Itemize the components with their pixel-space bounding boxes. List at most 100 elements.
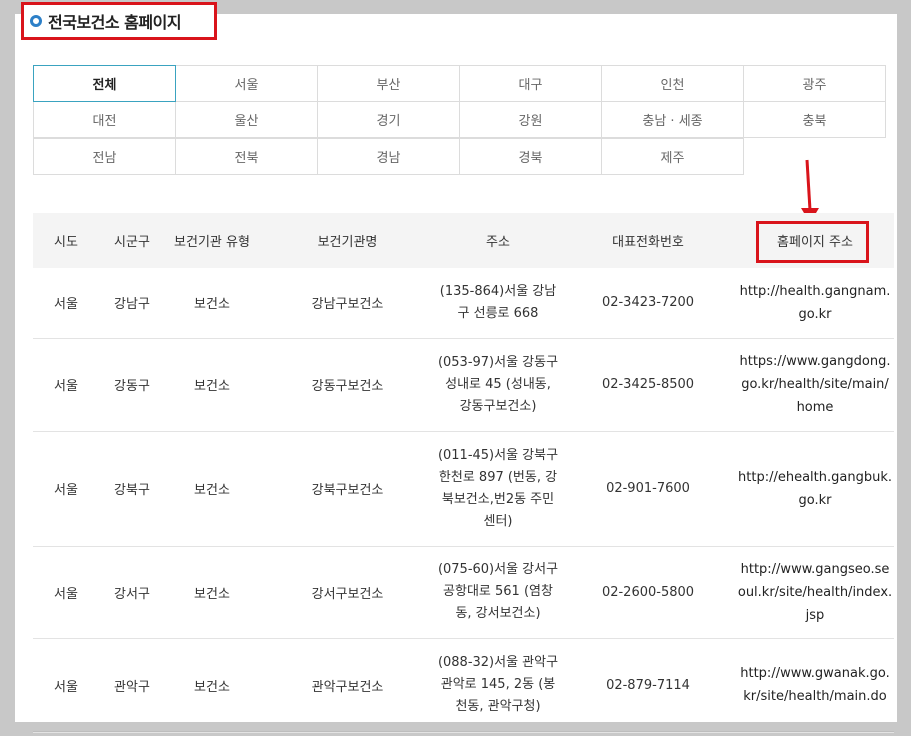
cell-sigungu: 강동구 <box>99 338 165 432</box>
cell-phone: 02-901-7600 <box>560 431 736 547</box>
col-header-sido: 시도 <box>33 213 99 268</box>
cell-type: 보건소 <box>165 268 259 339</box>
cell-type: 보건소 <box>165 546 259 639</box>
cell-sigungu: 강서구 <box>99 546 165 639</box>
cell-sido: 서울 <box>33 338 99 432</box>
cell-phone: 02-879-7114 <box>560 638 736 733</box>
region-tab[interactable]: 경북 <box>459 138 602 175</box>
table-row: 서울 강북구 보건소 강북구보건소 (011-45)서울 강북구 한천로 897 (번동,… <box>33 431 894 547</box>
homepage-url-line: go.kr/health/site/main/ <box>741 377 889 392</box>
address-line: 성내로 45 (성내동, <box>445 376 551 392</box>
address-line: 구 선릉로 668 <box>457 305 539 321</box>
col-header-type: 보건기관 유형 <box>165 213 259 268</box>
cell-address: (088-32)서울 관악구관악로 145, 2동 (봉천동, 관악구청) <box>436 638 560 733</box>
homepage-url-line: https://www.gangdong. <box>739 354 891 369</box>
address-line: 관악로 145, 2동 (봉 <box>440 677 556 692</box>
health-center-table: 시도 시군구 보건기관 유형 보건기관명 주소 대표전화번호 홈페이지 주소 서… <box>33 213 894 733</box>
address-line: (088-32)서울 관악구 <box>437 655 559 670</box>
cell-type: 보건소 <box>165 431 259 547</box>
homepage-url-line: go.kr <box>798 492 832 508</box>
cell-sido: 서울 <box>33 546 99 639</box>
region-tab[interactable]: 강원 <box>459 101 602 138</box>
region-row: 전체 서울 부산 대구 인천 광주 <box>33 65 890 102</box>
region-tab[interactable]: 경기 <box>317 101 460 138</box>
cell-homepage-link[interactable]: http://health.gangnam. go.kr <box>736 268 894 339</box>
region-tab[interactable]: 경남 <box>317 138 460 175</box>
homepage-url-line: home <box>796 400 834 415</box>
table-row: 서울 강남구 보건소 강남구보건소 (135-864)서울 강남 구 선릉로 668 02-… <box>33 268 894 339</box>
region-tab[interactable]: 전북 <box>175 138 318 175</box>
homepage-url-line: http://ehealth.gangbuk. <box>738 469 892 485</box>
region-row: 대전 울산 경기 강원 충남 · 세종 충북 <box>33 101 890 139</box>
cell-phone: 02-3425-8500 <box>560 338 736 432</box>
cell-phone: 02-2600-5800 <box>560 546 736 639</box>
cell-sigungu: 강남구 <box>99 268 165 339</box>
address-line: (135-864)서울 강남 <box>439 283 557 299</box>
cell-name: 관악구보건소 <box>259 638 436 733</box>
col-header-name: 보건기관명 <box>259 213 436 268</box>
table-row: 서울 강동구 보건소 강동구보건소 (053-97)서울 강동구 성내로 45 (성내동,… <box>33 338 894 432</box>
address-line: 북보건소,번2동 주민 <box>441 491 555 507</box>
address-line: (053-97)서울 강동구 <box>437 354 559 370</box>
region-tab[interactable]: 대구 <box>459 65 602 102</box>
region-row: 전남 전북 경남 경북 제주 <box>33 138 890 176</box>
cell-address: (135-864)서울 강남구 선릉로 668 <box>436 268 560 339</box>
title-highlight-box: 전국보건소 홈페이지 <box>21 2 217 40</box>
region-tab[interactable]: 대전 <box>33 101 176 138</box>
cell-name: 강동구보건소 <box>259 338 436 432</box>
cell-homepage-link[interactable]: http://www.gangseo.se oul.kr/site/health/… <box>736 546 894 639</box>
cell-type: 보건소 <box>165 638 259 733</box>
address-line: 천동, 관악구청) <box>455 699 541 714</box>
homepage-url-line: kr/site/health/main.do <box>743 689 887 704</box>
region-tab[interactable]: 전남 <box>33 138 176 175</box>
cell-sigungu: 관악구 <box>99 638 165 733</box>
address-line: (075-60)서울 강서구 <box>437 562 559 577</box>
cell-sido: 서울 <box>33 268 99 339</box>
address-line: 센터) <box>483 513 513 529</box>
cell-name: 강서구보건소 <box>259 546 436 639</box>
table-header-row: 시도 시군구 보건기관 유형 보건기관명 주소 대표전화번호 홈페이지 주소 <box>33 213 894 268</box>
col-header-homepage: 홈페이지 주소 <box>736 213 894 268</box>
cell-address: (011-45)서울 강북구한천로 897 (번동, 강북보건소,번2동 주민센… <box>436 431 560 547</box>
region-tab[interactable]: 충남 · 세종 <box>601 101 744 138</box>
table-row: 서울 강서구 보건소 강서구보건소 (075-60)서울 강서구 공항대로 561 (염창… <box>33 546 894 639</box>
cell-type: 보건소 <box>165 338 259 432</box>
region-tab[interactable]: 전체 <box>33 65 176 102</box>
homepage-url-line: oul.kr/site/health/index. <box>737 584 893 600</box>
cell-address: (075-60)서울 강서구공항대로 561 (염창동, 강서보건소) <box>436 546 560 639</box>
cell-name: 강남구보건소 <box>259 268 436 339</box>
cell-homepage-link[interactable]: http://www.gwanak.go. kr/site/health/main… <box>736 638 894 733</box>
address-line: 동, 강서보건소) <box>455 606 541 621</box>
region-tab[interactable]: 부산 <box>317 65 460 102</box>
region-tab[interactable]: 울산 <box>175 101 318 138</box>
col-header-phone: 대표전화번호 <box>560 213 736 268</box>
region-tab[interactable]: 제주 <box>601 138 744 175</box>
cell-sido: 서울 <box>33 431 99 547</box>
homepage-url-line: http://www.gangseo.se <box>740 561 890 577</box>
cell-homepage-link[interactable]: https://www.gangdong. go.kr/health/site/m… <box>736 338 894 432</box>
cell-sido: 서울 <box>33 638 99 733</box>
homepage-url-line: jsp <box>805 607 825 623</box>
region-tab[interactable]: 서울 <box>175 65 318 102</box>
region-tab[interactable]: 인천 <box>601 65 744 102</box>
region-tab-grid: 전체 서울 부산 대구 인천 광주 대전 울산 경기 강원 충남 · 세종 충북 전남 전북 경남 경북 제주 <box>33 65 890 176</box>
circle-bullet-icon <box>30 15 42 27</box>
region-tab[interactable]: 광주 <box>743 65 886 102</box>
table-bottom-divider <box>33 731 894 732</box>
col-header-sigungu: 시군구 <box>99 213 165 268</box>
address-line: 공항대로 561 (염창 <box>443 584 553 599</box>
address-line: 강동구보건소) <box>459 398 537 414</box>
homepage-url-line: go.kr <box>798 306 832 322</box>
cell-address: (053-97)서울 강동구성내로 45 (성내동, 강동구보건소) <box>436 338 560 432</box>
cell-sigungu: 강북구 <box>99 431 165 547</box>
address-line: (011-45)서울 강북구 <box>437 447 559 463</box>
homepage-url-line: http://health.gangnam. <box>739 283 891 299</box>
table-row: 서울 관악구 보건소 관악구보건소 (088-32)서울 관악구 관악로 145, 2동 … <box>33 638 894 733</box>
col-header-address: 주소 <box>436 213 560 268</box>
page-title: 전국보건소 홈페이지 <box>48 13 182 32</box>
homepage-url-line: http://www.gwanak.go. <box>740 666 890 681</box>
address-line: 한천로 897 (번동, 강 <box>438 469 558 485</box>
region-tab[interactable]: 충북 <box>743 101 886 138</box>
cell-name: 강북구보건소 <box>259 431 436 547</box>
cell-homepage-link[interactable]: http://ehealth.gangbuk. go.kr <box>736 431 894 547</box>
